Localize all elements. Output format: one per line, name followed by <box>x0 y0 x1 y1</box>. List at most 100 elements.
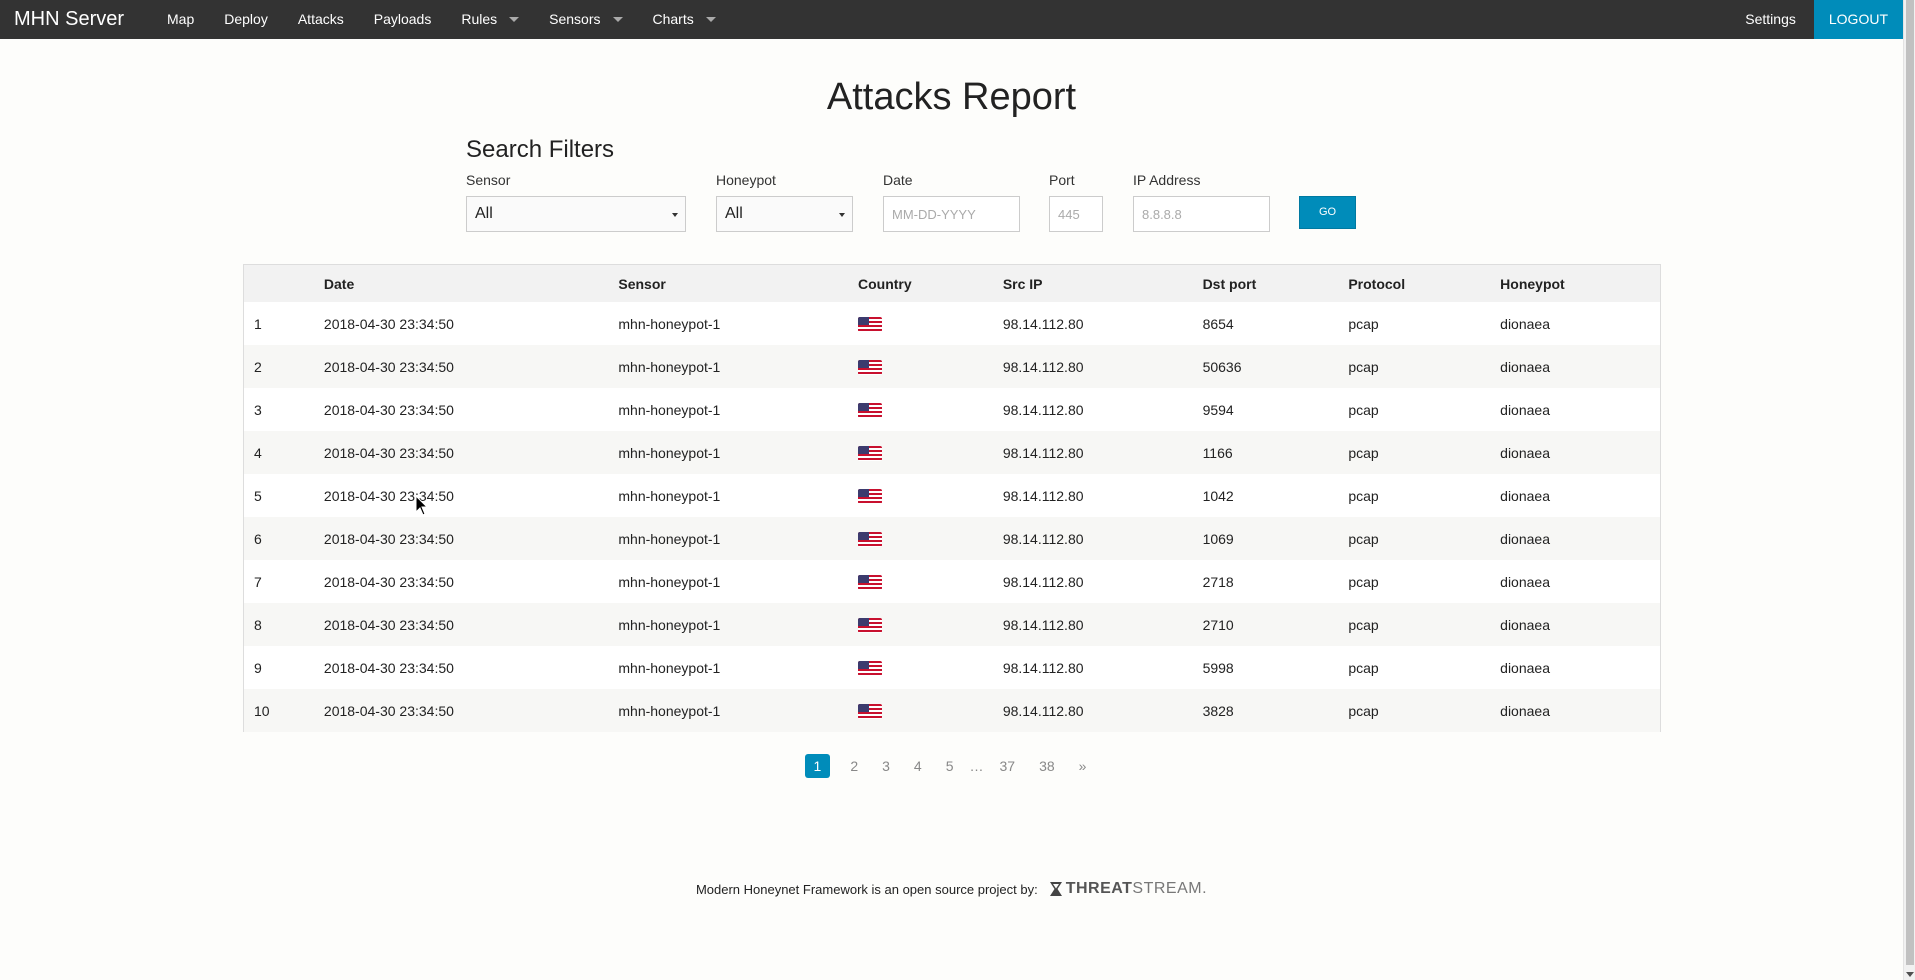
chevron-down-icon <box>612 17 623 22</box>
us-flag-icon <box>857 359 882 375</box>
us-flag-icon <box>857 617 882 633</box>
cell-protocol: pcap <box>1348 616 1379 633</box>
nav-item-label: Charts <box>652 11 694 27</box>
cell-n: 2 <box>254 358 262 375</box>
ip-address-input[interactable] <box>1133 196 1270 232</box>
nav-item-payloads[interactable]: Payloads <box>359 0 447 39</box>
page-3-link[interactable]: 3 <box>870 754 902 778</box>
table-row[interactable]: 2 2018-04-30 23:34:50 mhn-honeypot-1 98.14.… <box>244 345 1660 388</box>
cell-sensor: mhn-honeypot-1 <box>618 401 721 418</box>
cell-dst-port: 5998 <box>1202 659 1234 676</box>
threatstream-logo[interactable]: THREAT STREAM. <box>1048 880 1207 898</box>
cell-country <box>848 646 993 689</box>
column-header[interactable]: Protocol <box>1338 265 1490 302</box>
cell-honeypot: dionaea <box>1500 616 1550 633</box>
cell-honeypot: dionaea <box>1500 358 1550 375</box>
chevron-down-icon <box>509 17 520 22</box>
cell-date: 2018-04-30 23:34:50 <box>323 530 454 547</box>
cell-date: 2018-04-30 23:34:50 <box>323 315 454 332</box>
us-flag-icon <box>857 574 882 590</box>
us-flag-icon <box>857 402 882 418</box>
cell-honeypot: dionaea <box>1500 573 1550 590</box>
threatstream-hourglass-icon <box>1049 882 1062 896</box>
scrollbar-thumb[interactable] <box>1906 0 1914 965</box>
go-button[interactable]: GO <box>1299 196 1356 229</box>
attacks-table: Date Sensor Country Src IP Dst port Protocol H… <box>243 264 1661 732</box>
cell-country <box>848 689 993 732</box>
column-header[interactable]: Country <box>848 265 993 302</box>
vertical-scrollbar[interactable] <box>1903 0 1915 980</box>
page-2-link[interactable]: 2 <box>838 754 870 778</box>
nav-item-charts[interactable]: Charts <box>638 0 731 39</box>
table-row[interactable]: 9 2018-04-30 23:34:50 mhn-honeypot-1 98.14.… <box>244 646 1660 689</box>
cell-dst-port: 2718 <box>1202 573 1234 590</box>
cell-n: 6 <box>254 530 262 547</box>
search-filters-heading: Search Filters <box>466 136 615 163</box>
chevron-down-icon <box>672 213 678 217</box>
top-navbar: MHN Server Map Deploy Attacks Payloads Rules… <box>0 0 1903 39</box>
table-row[interactable]: 4 2018-04-30 23:34:50 mhn-honeypot-1 98.14.… <box>244 431 1660 474</box>
cell-src-ip: 98.14.112.80 <box>1002 444 1084 461</box>
cell-protocol: pcap <box>1348 573 1379 590</box>
page-38-link[interactable]: 38 <box>1027 754 1067 778</box>
table-row[interactable]: 6 2018-04-30 23:34:50 mhn-honeypot-1 98.14.… <box>244 517 1660 560</box>
page-5-link[interactable]: 5 <box>934 754 966 778</box>
nav-item-map[interactable]: Map <box>152 0 209 39</box>
column-header[interactable]: Sensor <box>608 265 848 302</box>
nav-item-label: Map <box>167 11 195 27</box>
settings-link[interactable]: Settings <box>1727 0 1814 39</box>
us-flag-icon <box>857 445 882 461</box>
column-header[interactable]: Date <box>314 265 608 302</box>
page-1-link-active[interactable]: 1 <box>804 754 831 778</box>
cell-n: 9 <box>254 659 262 676</box>
date-label: Date <box>883 172 913 188</box>
brand-link[interactable]: MHN Server <box>0 0 138 39</box>
sensor-select-value: All <box>475 205 493 222</box>
table-row[interactable]: 3 2018-04-30 23:34:50 mhn-honeypot-1 98.14.… <box>244 388 1660 431</box>
cell-protocol: pcap <box>1348 530 1379 547</box>
nav-right: Settings LOGOUT <box>1727 0 1903 39</box>
port-input[interactable] <box>1049 196 1103 232</box>
us-flag-icon <box>857 488 882 504</box>
cell-src-ip: 98.14.112.80 <box>1002 573 1084 590</box>
table-row[interactable]: 7 2018-04-30 23:34:50 mhn-honeypot-1 98.14.… <box>244 560 1660 603</box>
cell-country <box>848 560 993 603</box>
logo-text-bold: THREAT <box>1065 880 1133 897</box>
table-row[interactable]: 1 2018-04-30 23:34:50 mhn-honeypot-1 98.14.… <box>244 302 1660 345</box>
nav-item-sensors[interactable]: Sensors <box>534 0 637 39</box>
us-flag-icon <box>857 531 882 547</box>
next-page-link[interactable]: » <box>1067 754 1099 778</box>
honeypot-select[interactable]: All <box>716 196 853 232</box>
scroll-down-arrow-icon[interactable] <box>1906 972 1914 977</box>
cell-sensor: mhn-honeypot-1 <box>618 315 721 332</box>
cell-src-ip: 98.14.112.80 <box>1002 702 1084 719</box>
page-4-link[interactable]: 4 <box>902 754 934 778</box>
column-header[interactable]: Src IP <box>993 265 1193 302</box>
ip-address-label: IP Address <box>1133 172 1201 188</box>
nav-item-deploy[interactable]: Deploy <box>209 0 283 39</box>
table-row[interactable]: 8 2018-04-30 23:34:50 mhn-honeypot-1 98.14.… <box>244 603 1660 646</box>
cell-date: 2018-04-30 23:34:50 <box>323 358 454 375</box>
nav-item-label: Deploy <box>224 11 268 27</box>
cell-protocol: pcap <box>1348 401 1379 418</box>
cell-honeypot: dionaea <box>1500 702 1550 719</box>
cell-dst-port: 1166 <box>1202 444 1233 461</box>
column-header[interactable] <box>244 265 314 302</box>
page-37-link[interactable]: 37 <box>988 754 1028 778</box>
column-header[interactable]: Dst port <box>1193 265 1339 302</box>
logout-button[interactable]: LOGOUT <box>1813 0 1903 39</box>
cell-n: 8 <box>254 616 262 633</box>
footer-text: Modern Honeynet Framework is an open sou… <box>695 881 1038 897</box>
footer: Modern Honeynet Framework is an open sou… <box>0 880 1903 898</box>
cell-protocol: pcap <box>1348 315 1379 332</box>
nav-item-attacks[interactable]: Attacks <box>283 0 359 39</box>
table-row[interactable]: 5 2018-04-30 23:34:50 mhn-honeypot-1 98.14.… <box>244 474 1660 517</box>
column-header[interactable]: Honeypot <box>1490 265 1660 302</box>
sensor-select[interactable]: All <box>466 196 686 232</box>
cell-honeypot: dionaea <box>1500 530 1550 547</box>
date-input[interactable] <box>883 196 1020 232</box>
nav-item-rules[interactable]: Rules <box>446 0 534 39</box>
cell-sensor: mhn-honeypot-1 <box>618 444 721 461</box>
table-row[interactable]: 10 2018-04-30 23:34:50 mhn-honeypot-1 98.14… <box>244 689 1660 732</box>
pagination: 1 2 3 4 5… 37 38» <box>0 754 1903 778</box>
